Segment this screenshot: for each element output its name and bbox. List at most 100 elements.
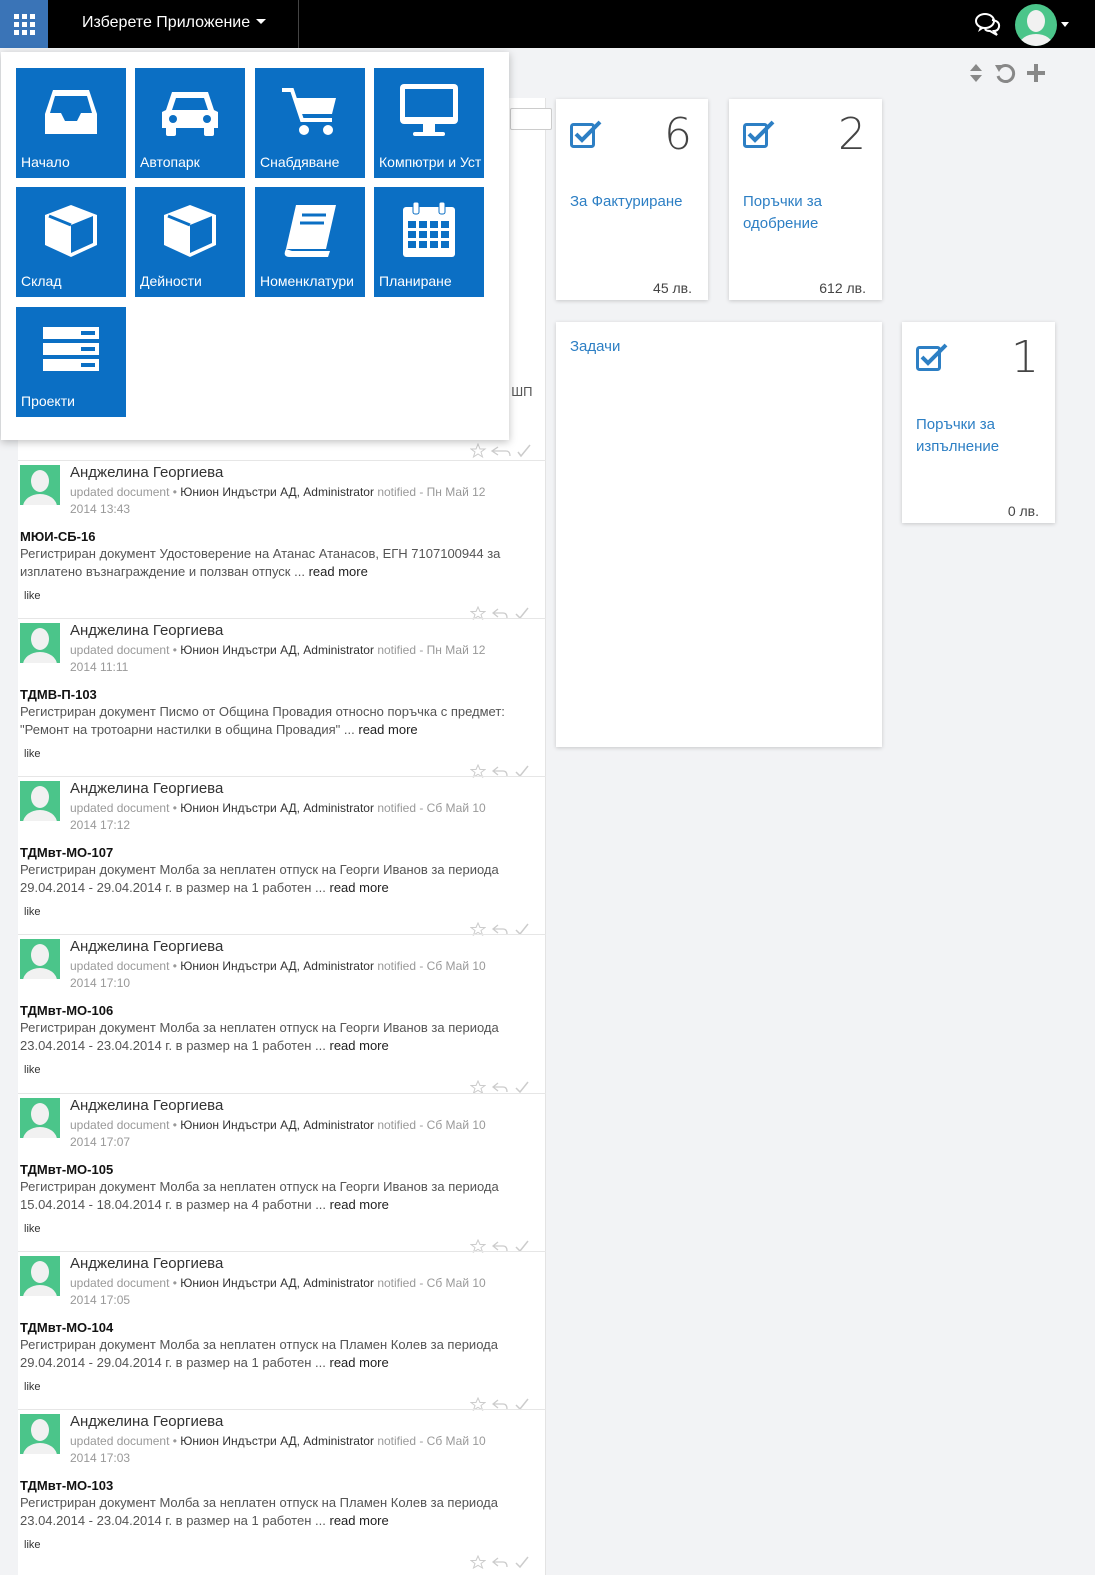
document-code[interactable]: ТДМвт-МО-103: [20, 1478, 113, 1493]
top-bar: Изберете Приложение: [0, 0, 1095, 48]
user-silhouette-icon: [23, 944, 57, 979]
author-name[interactable]: Анджелина Георгиева: [70, 464, 223, 481]
post-org[interactable]: Юнион Индъстри АД, Administrator: [180, 959, 374, 973]
tile-planning[interactable]: Планиране: [374, 187, 484, 297]
inbox-icon: [45, 90, 97, 134]
post-meta: updated document • Юнион Индъстри АД, Ad…: [70, 1434, 486, 1465]
post-notified: notified - Сб Май 10: [377, 801, 486, 815]
document-code[interactable]: ТДМвт-МО-107: [20, 845, 113, 860]
card-invoicing[interactable]: 6 За Фактуриране 45 лв.: [556, 99, 708, 300]
card-title-link[interactable]: За Фактуриране: [570, 191, 720, 213]
app-select-dropdown[interactable]: Изберете Приложение: [82, 14, 267, 32]
document-code[interactable]: ТДМвт-МО-104: [20, 1320, 113, 1335]
star-icon[interactable]: [470, 1555, 486, 1569]
post-meta: updated document • Юнион Индъстри АД, Ad…: [70, 1118, 486, 1149]
card-orders-approval[interactable]: 2 Поръчки за одобрение 612 лв.: [729, 99, 882, 300]
like-link[interactable]: like: [24, 748, 41, 760]
like-link[interactable]: like: [24, 1223, 41, 1235]
post-body: Регистриран документ Молба за неплатен о…: [20, 1019, 520, 1055]
check-icon[interactable]: [514, 1555, 530, 1569]
post-org[interactable]: Юнион Индъстри АД, Administrator: [180, 643, 374, 657]
read-more-link[interactable]: read more: [329, 880, 388, 895]
like-link[interactable]: like: [24, 590, 41, 602]
post-org[interactable]: Юнион Индъстри АД, Administrator: [180, 1118, 374, 1132]
check-icon[interactable]: [514, 1080, 530, 1094]
post-meta: updated document • Юнион Индъстри АД, Ad…: [70, 959, 486, 990]
author-name[interactable]: Анджелина Георгиева: [70, 622, 223, 639]
app-select-label: Изберете Приложение: [82, 14, 251, 31]
tile-label: Дейности: [140, 273, 202, 289]
post-org[interactable]: Юнион Индъстри АД, Administrator: [180, 801, 374, 815]
author-name[interactable]: Анджелина Георгиева: [70, 1097, 223, 1114]
card-title-link[interactable]: Поръчки за одобрение: [743, 191, 893, 235]
feed-post: Анджелина Георгиева updated document • Юн…: [18, 1093, 546, 1253]
document-code[interactable]: ТДМвт-МО-105: [20, 1162, 113, 1177]
author-name[interactable]: Анджелина Георгиева: [70, 780, 223, 797]
post-time: 2014 17:07: [70, 1135, 131, 1149]
sort-icon[interactable]: [968, 62, 984, 84]
plus-icon[interactable]: [1026, 62, 1046, 84]
author-avatar[interactable]: [20, 1098, 60, 1138]
author-avatar[interactable]: [20, 939, 60, 979]
document-code[interactable]: ТДМвт-МО-106: [20, 1003, 113, 1018]
tile-nomenclatures[interactable]: Номенклатури: [255, 187, 365, 297]
post-body-text: Регистриран документ Удостоверение на Ат…: [20, 546, 501, 579]
feed-search-input[interactable]: [510, 108, 552, 130]
user-avatar[interactable]: [1015, 4, 1057, 46]
tile-label: Проекти: [21, 393, 75, 409]
card-orders-execution[interactable]: 1 Поръчки за изпълнение 0 лв.: [902, 322, 1055, 523]
tile-activities[interactable]: Дейности: [135, 187, 245, 297]
tile-label: Планиране: [379, 273, 452, 289]
star-icon[interactable]: [470, 1080, 486, 1094]
author-name[interactable]: Анджелина Георгиева: [70, 1413, 223, 1430]
read-more-link[interactable]: read more: [309, 564, 368, 579]
tile-fleet[interactable]: Автопарк: [135, 68, 245, 178]
author-name[interactable]: Анджелина Георгиева: [70, 1255, 223, 1272]
refresh-icon[interactable]: [994, 62, 1016, 84]
calendar-icon: [403, 201, 455, 257]
tile-computers[interactable]: Компютри и Уст: [374, 68, 484, 178]
read-more-link[interactable]: read more: [329, 1038, 388, 1053]
card-tasks: Задачи: [556, 322, 882, 747]
post-action: updated document: [70, 1434, 170, 1448]
like-link[interactable]: like: [24, 1381, 41, 1393]
read-more-link[interactable]: read more: [358, 722, 417, 737]
like-link[interactable]: like: [24, 1539, 41, 1551]
tile-label: Начало: [21, 154, 70, 170]
reply-icon[interactable]: [492, 1555, 508, 1569]
caret-down-icon[interactable]: [1061, 22, 1069, 27]
post-action: updated document: [70, 485, 170, 499]
author-avatar[interactable]: [20, 465, 60, 505]
author-name[interactable]: Анджелина Георгиева: [70, 938, 223, 955]
read-more-link[interactable]: read more: [329, 1355, 388, 1370]
post-org[interactable]: Юнион Индъстри АД, Administrator: [180, 1276, 374, 1290]
document-code[interactable]: ТДМВ-П-103: [20, 687, 97, 702]
tile-supply[interactable]: Снабдяване: [255, 68, 365, 178]
author-avatar[interactable]: [20, 1414, 60, 1454]
post-org[interactable]: Юнион Индъстри АД, Administrator: [180, 1434, 374, 1448]
apps-grid-button[interactable]: [0, 0, 48, 48]
user-silhouette-icon: [23, 1419, 57, 1454]
tasks-title-link[interactable]: Задачи: [570, 338, 620, 355]
tile-warehouse[interactable]: Склад: [16, 187, 126, 297]
chat-icon[interactable]: [974, 12, 1002, 36]
card-count: 2: [838, 109, 866, 160]
tile-projects[interactable]: Проекти: [16, 307, 126, 417]
read-more-link[interactable]: read more: [330, 1197, 389, 1212]
author-avatar[interactable]: [20, 1256, 60, 1296]
post-meta: updated document • Юнион Индъстри АД, Ad…: [70, 485, 486, 516]
post-body: Регистриран документ Молба за неплатен о…: [20, 1178, 520, 1214]
author-avatar[interactable]: [20, 781, 60, 821]
card-title-link[interactable]: Поръчки за изпълнение: [916, 414, 1066, 458]
feed-post: Анджелина Георгиева updated document • Юн…: [18, 1409, 546, 1569]
post-body: Регистриран документ Удостоверение на Ат…: [20, 545, 520, 581]
reply-icon[interactable]: [492, 1080, 508, 1094]
author-avatar[interactable]: [20, 623, 60, 663]
like-link[interactable]: like: [24, 1064, 41, 1076]
like-link[interactable]: like: [24, 906, 41, 918]
post-org[interactable]: Юнион Индъстри АД, Administrator: [180, 485, 374, 499]
action-icons[interactable]: [469, 442, 534, 459]
document-code[interactable]: МЮИ-СБ-16: [20, 529, 95, 544]
tile-home[interactable]: Начало: [16, 68, 126, 178]
read-more-link[interactable]: read more: [329, 1513, 388, 1528]
